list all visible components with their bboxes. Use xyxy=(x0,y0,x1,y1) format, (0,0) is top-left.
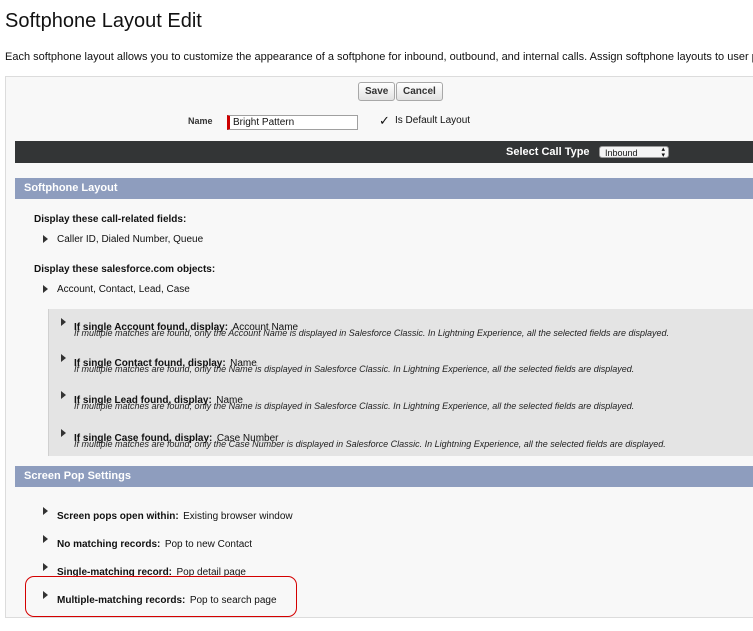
highlight-annotation xyxy=(25,576,297,617)
page-description: Each softphone layout allows you to cust… xyxy=(5,51,753,63)
screen-pop-label: Screen pops open within: xyxy=(57,511,179,522)
updown-arrows-icon: ▴ ▾ xyxy=(661,146,665,159)
call-fields-value[interactable]: Caller ID, Dialed Number, Queue xyxy=(57,234,203,245)
objects-value[interactable]: Account, Contact, Lead, Case xyxy=(57,284,190,295)
detail-note: If multiple matches are found, only the … xyxy=(74,364,635,374)
expand-arrow-icon[interactable] xyxy=(61,318,66,326)
expand-arrow-icon[interactable] xyxy=(61,391,66,399)
name-label: Name xyxy=(188,116,213,126)
softphone-layout-heading: Softphone Layout xyxy=(24,182,118,194)
call-type-select[interactable]: Inbound ▴ ▾ xyxy=(599,146,669,159)
screen-pop-item[interactable]: No matching records: Pop to new Contact xyxy=(57,534,252,552)
default-checkbox[interactable]: ✓ xyxy=(379,113,390,129)
detail-note: If multiple matches are found, only the … xyxy=(74,401,635,411)
expand-arrow-icon[interactable] xyxy=(43,235,48,243)
page-title: Softphone Layout Edit xyxy=(5,10,202,32)
call-type-label: Select Call Type xyxy=(506,146,590,158)
detail-note: If multiple matches are found, only the … xyxy=(74,439,666,449)
screen-pop-item[interactable]: Screen pops open within: Existing browse… xyxy=(57,506,293,524)
call-type-value: Inbound xyxy=(605,148,638,158)
screen-pop-value: Pop to new Contact xyxy=(164,539,253,550)
expand-arrow-icon[interactable] xyxy=(43,535,48,543)
name-input[interactable] xyxy=(227,115,358,130)
objects-label: Display these salesforce.com objects: xyxy=(34,264,216,275)
softphone-layout-header: Softphone Layout xyxy=(15,178,753,199)
expand-arrow-icon[interactable] xyxy=(43,507,48,515)
screen-pop-value: Existing browser window xyxy=(183,511,293,522)
detail-note: If multiple matches are found, only the … xyxy=(74,328,669,338)
expand-arrow-icon[interactable] xyxy=(43,563,48,571)
cancel-button[interactable]: Cancel xyxy=(396,82,443,101)
expand-arrow-icon[interactable] xyxy=(61,429,66,437)
call-fields-label: Display these call-related fields: xyxy=(34,214,187,225)
screen-pop-header: Screen Pop Settings xyxy=(15,466,753,487)
expand-arrow-icon[interactable] xyxy=(43,285,48,293)
screen-pop-label: No matching records: xyxy=(57,539,161,550)
expand-arrow-icon[interactable] xyxy=(61,354,66,362)
screen-pop-heading: Screen Pop Settings xyxy=(24,470,131,482)
default-label: Is Default Layout xyxy=(395,115,471,126)
save-button[interactable]: Save xyxy=(358,82,396,101)
